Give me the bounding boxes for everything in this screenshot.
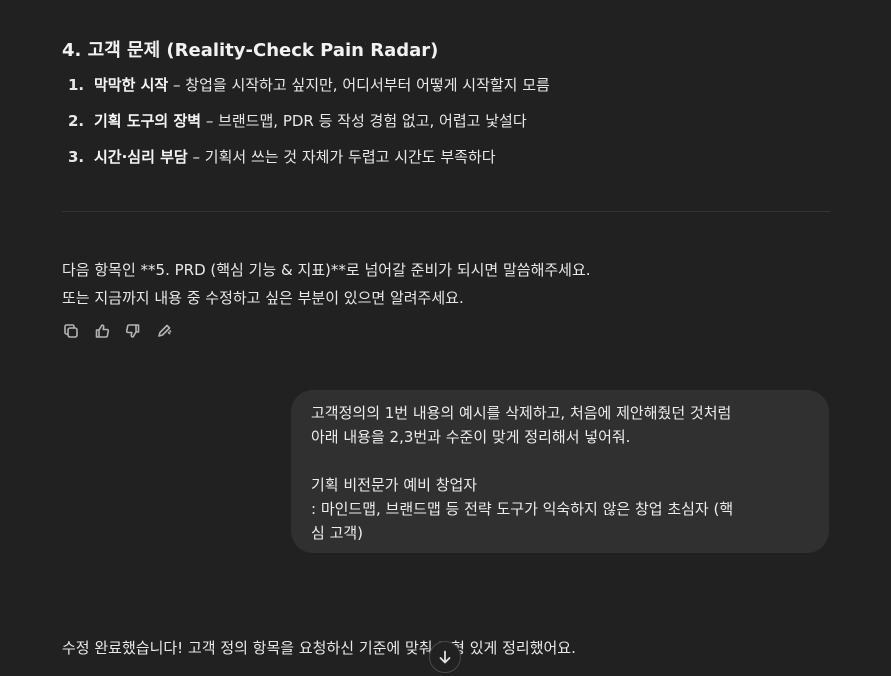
list-item-title: 시간·심리 부담 bbox=[94, 148, 188, 166]
list-item-desc: – 브랜드맵, PDR 등 작성 경험 없고, 어렵고 낯설다 bbox=[201, 112, 527, 130]
list-item-desc: – 창업을 시작하고 싶지만, 어디서부터 어떻게 시작할지 모름 bbox=[168, 76, 550, 94]
user-message-line: 심 고객) bbox=[311, 524, 364, 542]
assistant-line: 다음 항목인 **5. PRD (핵심 기능 & 지표)**로 넘어갈 준비가 … bbox=[62, 261, 591, 279]
assistant-line: 또는 지금까지 내용 중 수정하고 싶은 부분이 있으면 알려주세요. bbox=[62, 289, 464, 307]
thumbs-down-button[interactable] bbox=[124, 322, 142, 340]
list-item-title: 막막한 시작 bbox=[94, 76, 169, 94]
list-number: 2. bbox=[68, 112, 85, 130]
arrow-down-icon bbox=[439, 650, 451, 664]
thumbs-up-button[interactable] bbox=[93, 322, 111, 340]
user-message-line: 아래 내용을 2,3번과 수준이 맞게 정리해서 넣어줘. bbox=[311, 428, 631, 446]
thumbs-up-icon bbox=[95, 324, 110, 338]
chat-page: 4. 고객 문제 (Reality-Check Pain Radar) 1. 막막… bbox=[0, 0, 891, 676]
pain-list: 1. 막막한 시작 – 창업을 시작하고 싶지만, 어디서부터 어떻게 시작할지 … bbox=[68, 74, 550, 182]
list-item: 3. 시간·심리 부담 – 기획서 쓰는 것 자체가 두렵고 시간도 부족하다 bbox=[68, 146, 550, 182]
edit-button[interactable] bbox=[155, 322, 173, 340]
list-item: 2. 기획 도구의 장벽 – 브랜드맵, PDR 등 작성 경험 없고, 어렵고 … bbox=[68, 110, 550, 146]
list-number: 3. bbox=[68, 148, 85, 166]
scroll-down-button[interactable] bbox=[429, 641, 461, 673]
list-item-desc: – 기획서 쓰는 것 자체가 두렵고 시간도 부족하다 bbox=[187, 148, 496, 166]
divider bbox=[62, 211, 830, 212]
section-heading: 4. 고객 문제 (Reality-Check Pain Radar) bbox=[62, 40, 439, 61]
user-message-line: : 마인드맵, 브랜드맵 등 전략 도구가 익숙하지 않은 창업 초심자 (핵 bbox=[311, 500, 734, 518]
edit-icon bbox=[158, 324, 172, 337]
list-item: 1. 막막한 시작 – 창업을 시작하고 싶지만, 어디서부터 어떻게 시작할지 … bbox=[68, 74, 550, 110]
user-message-line: 고객정의의 1번 내용의 예시를 삭제하고, 처음에 제안해줬던 것처럼 bbox=[311, 404, 732, 422]
copy-icon bbox=[64, 324, 78, 338]
thumbs-down-icon bbox=[125, 324, 140, 338]
list-item-title: 기획 도구의 장벽 bbox=[94, 112, 202, 130]
user-message-bubble: 고객정의의 1번 내용의 예시를 삭제하고, 처음에 제안해줬던 것처럼 아래 … bbox=[291, 390, 829, 553]
assistant-message: 다음 항목인 **5. PRD (핵심 기능 & 지표)**로 넘어갈 준비가 … bbox=[62, 256, 591, 312]
copy-button[interactable] bbox=[62, 322, 80, 340]
assistant-reply: 수정 완료했습니다! 고객 정의 항목을 요청하신 기준에 맞춰 균형 있게 정… bbox=[62, 639, 576, 657]
message-actions bbox=[62, 322, 173, 340]
user-message-line: 기획 비전문가 예비 창업자 bbox=[311, 476, 478, 494]
list-number: 1. bbox=[68, 76, 85, 94]
